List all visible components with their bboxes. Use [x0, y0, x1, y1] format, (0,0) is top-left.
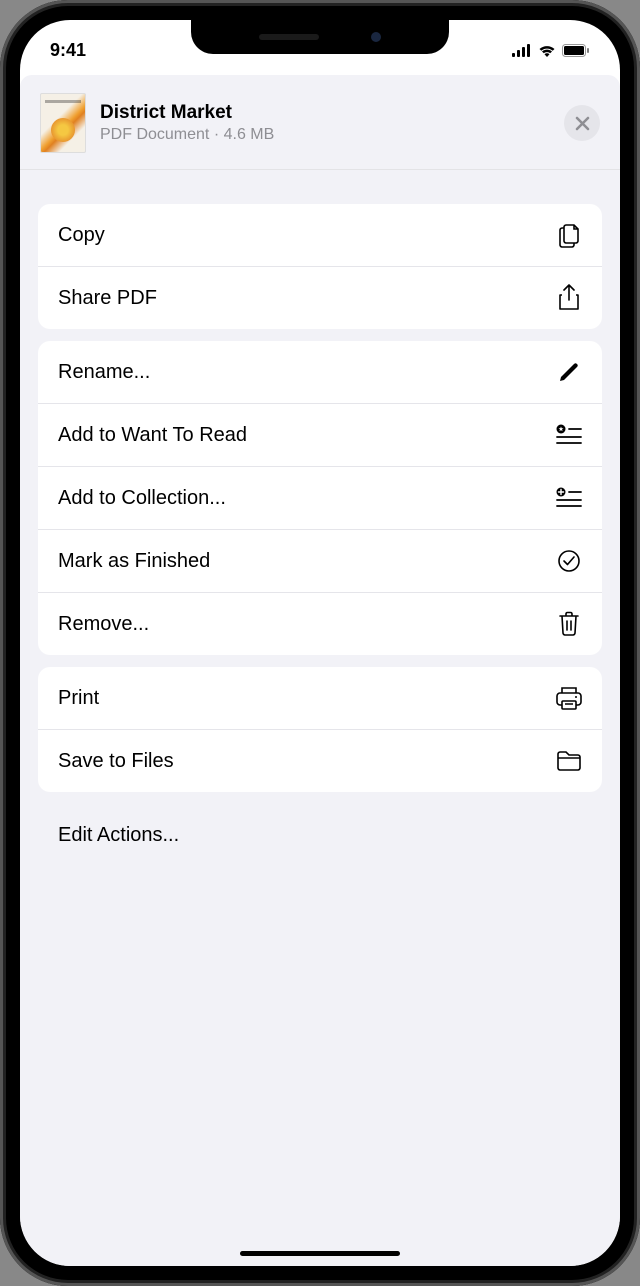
document-title: District Market — [100, 102, 564, 124]
close-icon — [575, 116, 590, 131]
action-label: Share PDF — [58, 287, 157, 310]
share-icon — [556, 285, 582, 311]
trash-icon — [556, 611, 582, 637]
battery-icon — [562, 44, 590, 57]
document-thumbnail — [40, 93, 86, 153]
action-label: Rename... — [58, 361, 150, 384]
action-label: Mark as Finished — [58, 550, 210, 573]
action-label: Add to Collection... — [58, 487, 226, 510]
action-group: Rename... Add to Want To Read — [38, 341, 602, 655]
action-label: Add to Want To Read — [58, 424, 247, 447]
status-time: 9:41 — [50, 40, 86, 61]
folder-icon — [556, 748, 582, 774]
wifi-icon — [538, 44, 556, 57]
copy-icon — [556, 222, 582, 248]
action-group: Print Save to Files — [38, 667, 602, 792]
add-to-want-to-read-action[interactable]: Add to Want To Read — [38, 403, 602, 466]
checkmark-circle-icon — [556, 548, 582, 574]
action-group: Copy Share PDF — [38, 204, 602, 329]
pencil-icon — [556, 359, 582, 385]
signal-icon — [512, 44, 532, 57]
action-label: Copy — [58, 224, 105, 247]
share-sheet: District Market PDF Document · 4.6 MB — [20, 75, 620, 1266]
device-frame: 9:41 — [0, 0, 640, 1286]
star-list-icon — [556, 422, 582, 448]
copy-action[interactable]: Copy — [38, 204, 602, 266]
home-indicator[interactable] — [240, 1251, 400, 1256]
sheet-header: District Market PDF Document · 4.6 MB — [20, 75, 620, 170]
close-button[interactable] — [564, 105, 600, 141]
action-label: Save to Files — [58, 750, 174, 773]
save-to-files-action[interactable]: Save to Files — [38, 729, 602, 792]
edit-actions-button[interactable]: Edit Actions... — [38, 804, 602, 867]
rename-action[interactable]: Rename... — [38, 341, 602, 403]
document-subtitle: PDF Document · 4.6 MB — [100, 126, 564, 144]
printer-icon — [556, 685, 582, 711]
mark-as-finished-action[interactable]: Mark as Finished — [38, 529, 602, 592]
screen: 9:41 — [20, 20, 620, 1266]
add-to-collection-action[interactable]: Add to Collection... — [38, 466, 602, 529]
print-action[interactable]: Print — [38, 667, 602, 729]
notch — [191, 20, 449, 54]
share-pdf-action[interactable]: Share PDF — [38, 266, 602, 329]
remove-action[interactable]: Remove... — [38, 592, 602, 655]
action-label: Print — [58, 687, 99, 710]
plus-list-icon — [556, 485, 582, 511]
actions-list: Copy Share PDF — [20, 170, 620, 867]
action-label: Remove... — [58, 613, 149, 636]
